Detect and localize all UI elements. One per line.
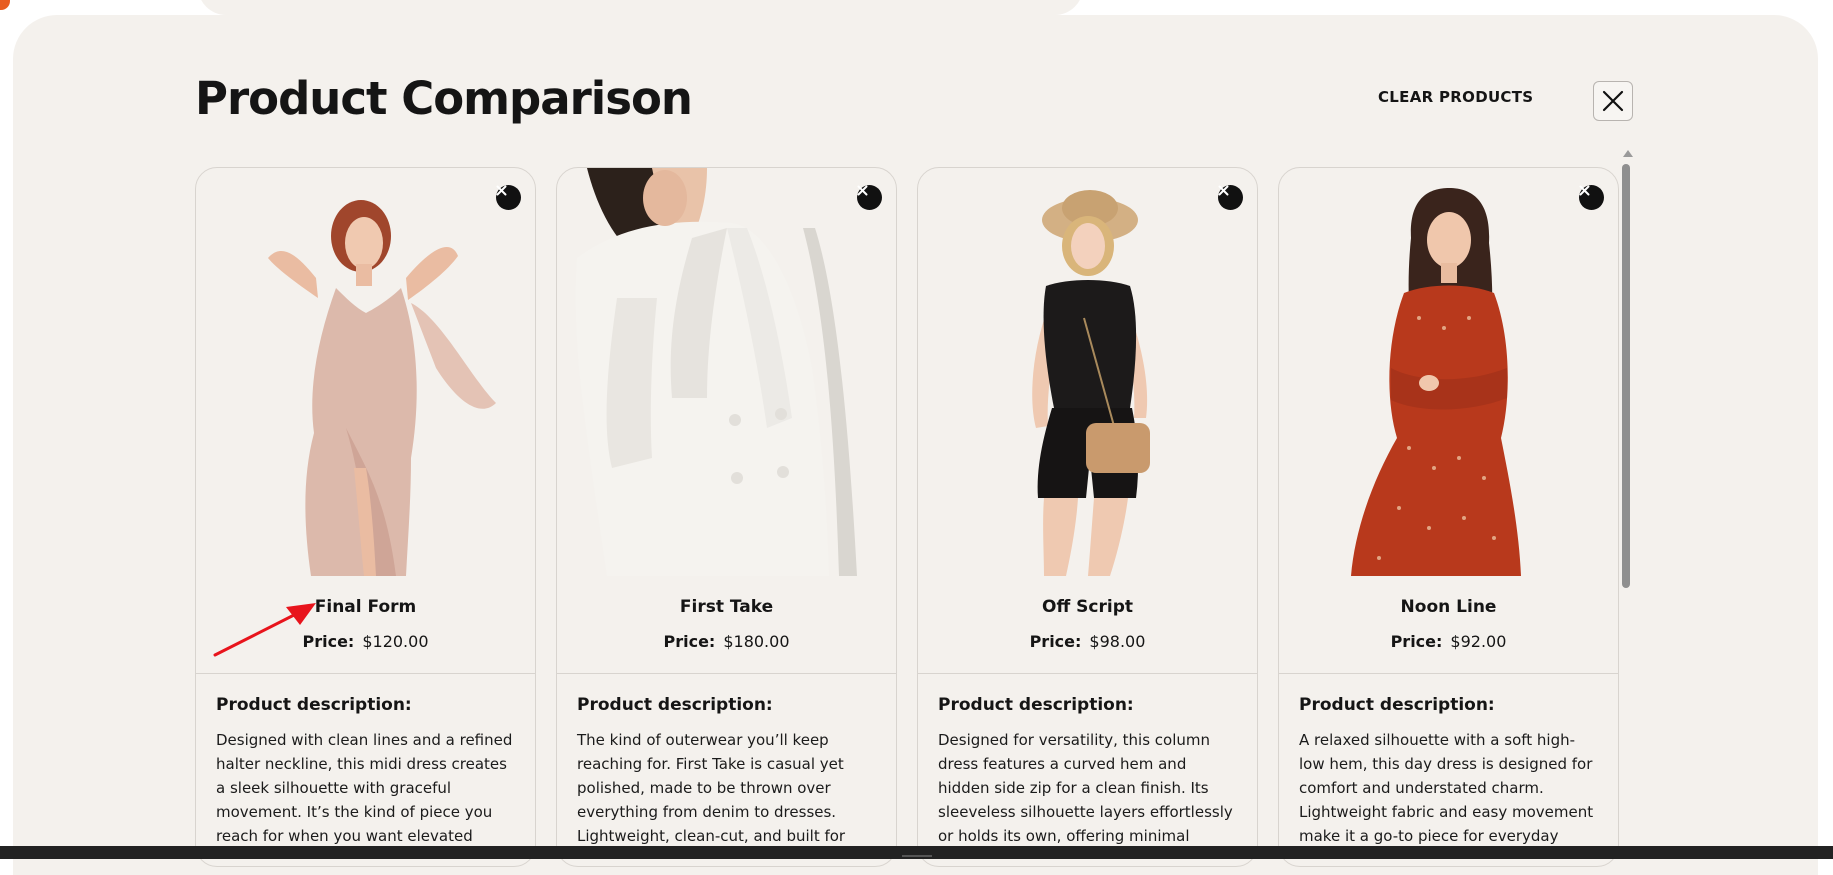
close-modal-button[interactable] bbox=[1593, 81, 1633, 121]
product-name: First Take bbox=[679, 597, 774, 617]
product-card: Noon Line Price: $92.00 Product descripti… bbox=[1278, 167, 1619, 867]
divider bbox=[557, 673, 896, 674]
description-heading: Product description: bbox=[938, 695, 1134, 715]
price-label: Price: bbox=[1390, 632, 1443, 651]
description-heading: Product description: bbox=[1299, 695, 1495, 715]
page-title: Product Comparison bbox=[195, 72, 693, 125]
price-value: $120.00 bbox=[362, 632, 429, 651]
product-image bbox=[918, 168, 1257, 576]
product-card: Off Script Price: $98.00 Product descript… bbox=[917, 167, 1258, 867]
clear-products-button[interactable]: CLEAR PRODUCTS bbox=[1378, 88, 1533, 106]
product-price-row: Price: $98.00 bbox=[918, 632, 1257, 651]
product-image bbox=[1279, 168, 1618, 576]
close-icon bbox=[496, 185, 507, 196]
description-text: A relaxed silhouette with a soft high-lo… bbox=[1299, 731, 1594, 845]
product-name: Noon Line bbox=[1400, 597, 1497, 617]
corner-badge bbox=[0, 0, 10, 10]
product-card: First Take Price: $180.00 Product descrip… bbox=[556, 167, 897, 867]
description-text: Designed for versatility, this column dr… bbox=[938, 731, 1233, 845]
product-price-row: Price: $92.00 bbox=[1279, 632, 1618, 651]
product-image bbox=[557, 168, 896, 576]
description-text: The kind of outerwear you’ll keep reachi… bbox=[577, 731, 846, 845]
price-label: Price: bbox=[663, 632, 716, 651]
close-icon bbox=[1579, 185, 1590, 196]
vertical-scrollbar[interactable] bbox=[1621, 150, 1633, 860]
remove-product-button[interactable] bbox=[857, 185, 882, 210]
product-price-row: Price: $180.00 bbox=[557, 632, 896, 651]
product-name: Off Script bbox=[1042, 597, 1133, 617]
close-icon bbox=[857, 185, 868, 196]
description-text: Designed with clean lines and a refined … bbox=[216, 731, 513, 845]
bottom-handle bbox=[902, 855, 932, 857]
remove-product-button[interactable] bbox=[1579, 185, 1604, 210]
price-value: $98.00 bbox=[1089, 632, 1146, 651]
divider bbox=[1279, 673, 1618, 674]
remove-product-button[interactable] bbox=[496, 185, 521, 210]
divider bbox=[918, 673, 1257, 674]
scroll-up-arrow-icon[interactable] bbox=[1623, 150, 1633, 157]
divider bbox=[196, 673, 535, 674]
price-value: $180.00 bbox=[723, 632, 790, 651]
scrollbar-thumb[interactable] bbox=[1622, 164, 1630, 588]
product-image bbox=[196, 168, 535, 576]
price-label: Price: bbox=[1029, 632, 1082, 651]
bottom-taskbar bbox=[0, 846, 1833, 859]
description-heading: Product description: bbox=[577, 695, 773, 715]
top-bar-partial bbox=[198, 0, 1083, 15]
product-card: Final Form Price: $120.00 Product descrip… bbox=[195, 167, 536, 867]
annotation-arrow-icon bbox=[213, 603, 316, 657]
close-icon bbox=[1218, 185, 1229, 196]
remove-product-button[interactable] bbox=[1218, 185, 1243, 210]
close-x-icon bbox=[1602, 90, 1624, 112]
description-heading: Product description: bbox=[216, 695, 412, 715]
price-value: $92.00 bbox=[1450, 632, 1507, 651]
